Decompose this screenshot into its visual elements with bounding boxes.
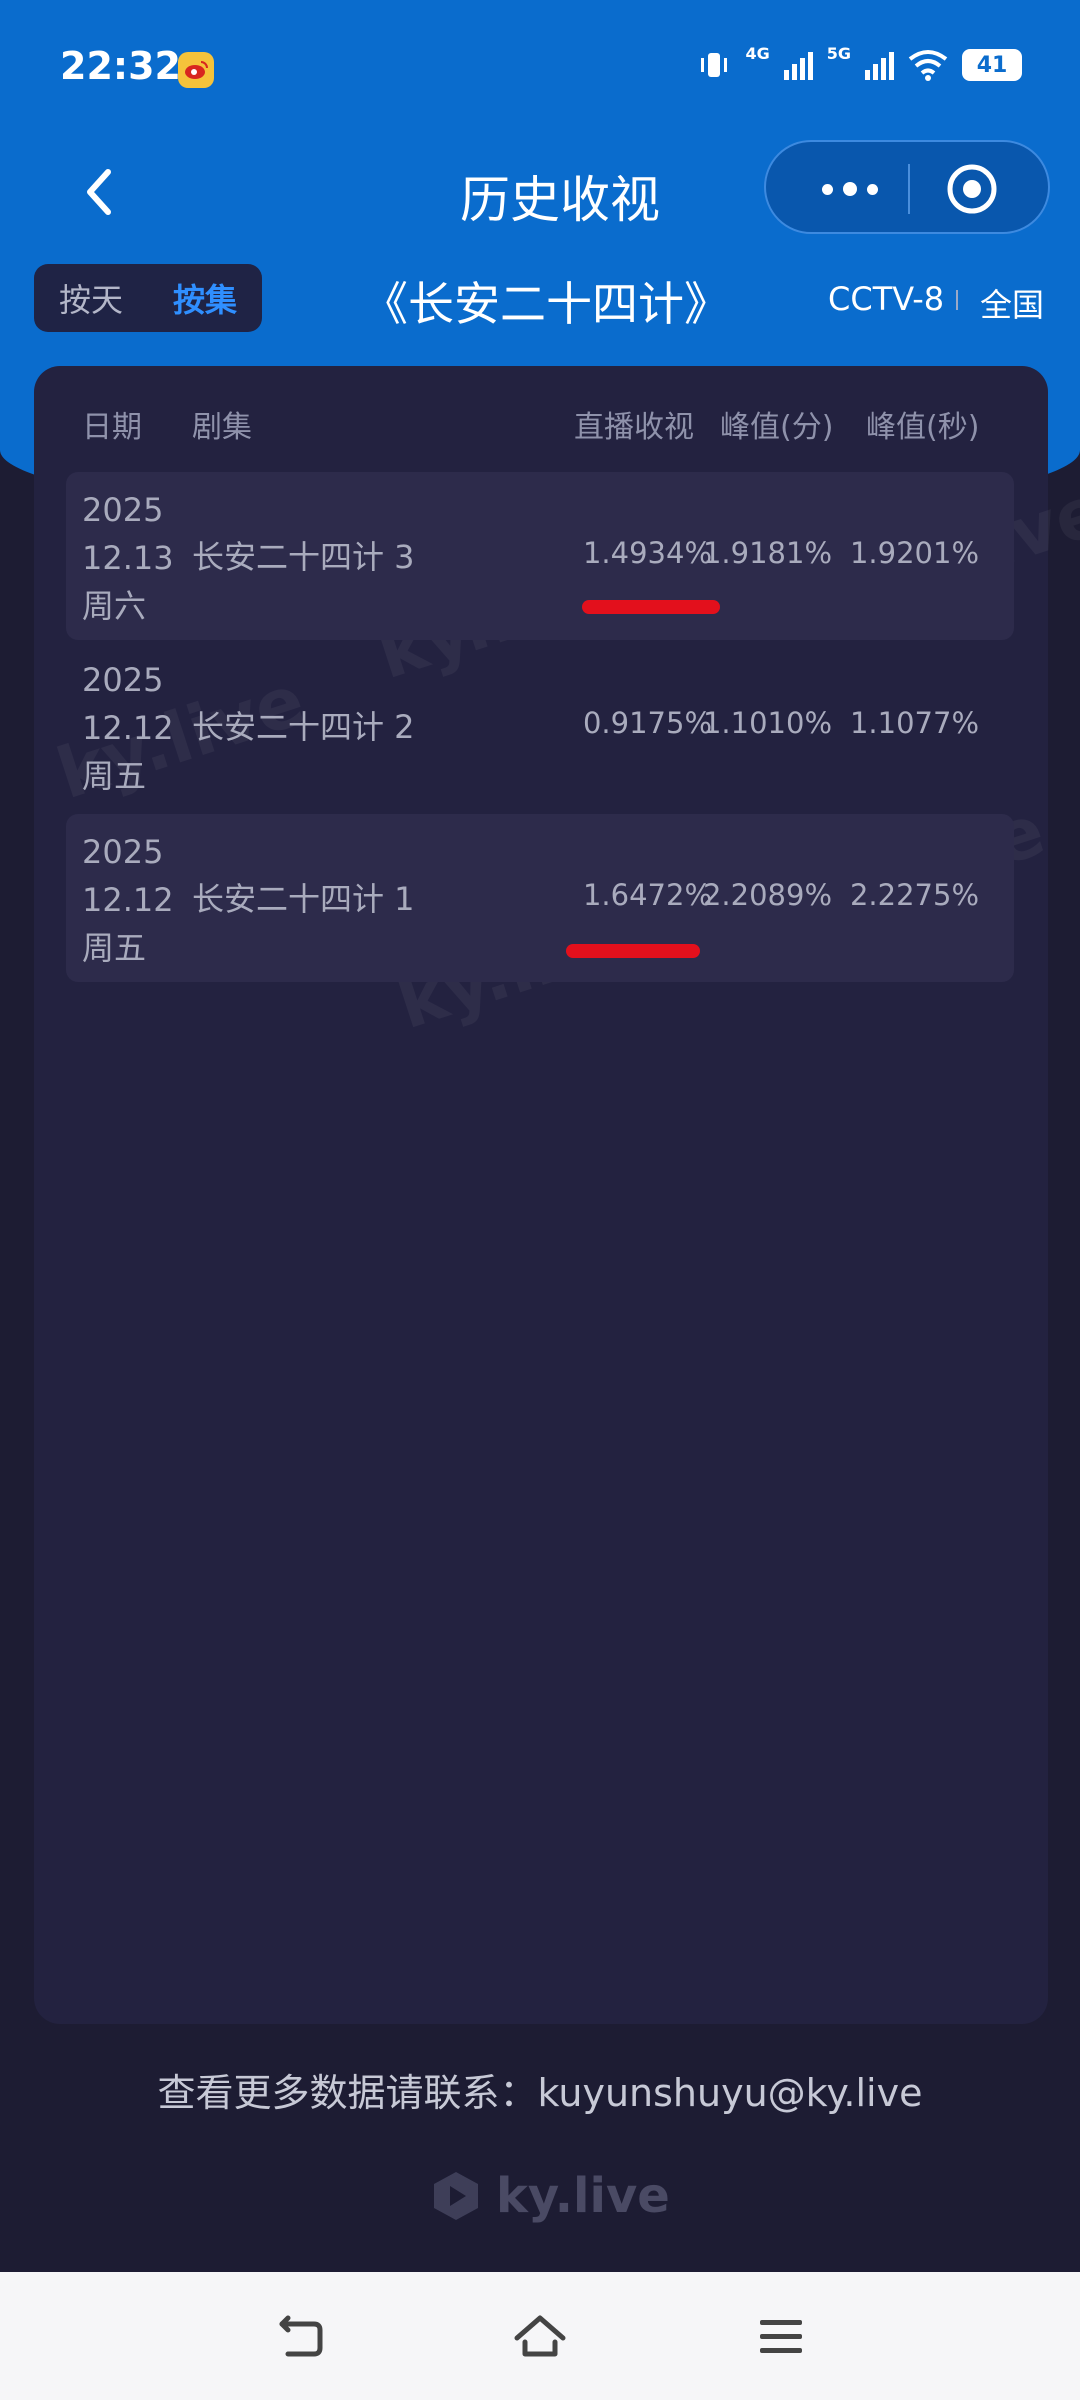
vibrate-icon	[701, 53, 728, 77]
signal-icon-2	[865, 50, 894, 80]
play-logo-icon	[434, 2172, 478, 2220]
row-date: 2025 12.12 周五	[82, 828, 174, 972]
tab-by-episode[interactable]: 按集	[148, 275, 262, 321]
network-5g-label: 5G	[826, 43, 851, 63]
close-mini-program-button[interactable]	[942, 159, 1002, 219]
home-icon	[514, 2315, 566, 2357]
row-episode: 长安二十四计 1	[192, 880, 415, 918]
weibo-icon	[178, 52, 214, 88]
red-highlight-mark	[582, 600, 720, 614]
brand-logo: ky.live	[428, 2168, 670, 2224]
home-nav-button[interactable]	[513, 2310, 567, 2364]
wifi-icon	[908, 50, 948, 81]
table-header: 日期 剧集 直播收视 峰值(分) 峰值(秒)	[34, 366, 1048, 476]
back-arrow-icon	[279, 2315, 323, 2357]
table-row[interactable]: 2025 12.12 周五 长安二十四计 1 1.6472% 2.2089% 2…	[66, 814, 1014, 982]
row-date: 2025 12.13 周六	[82, 486, 174, 630]
row-year: 2025	[82, 833, 164, 871]
row-day: 12.12	[82, 881, 174, 919]
region-label: 全国	[980, 286, 1045, 324]
header-episode: 剧集	[192, 410, 252, 445]
row-year: 2025	[82, 661, 164, 699]
header-peak-minute: 峰值(分)	[720, 410, 834, 445]
system-icons: 4G 5G 41	[697, 44, 1022, 82]
row-peak-second: 2.2275%	[849, 878, 979, 912]
row-peak-second: 1.1077%	[849, 706, 979, 740]
menu-nav-button[interactable]	[754, 2310, 808, 2364]
red-highlight-mark	[566, 944, 700, 958]
channel-divider	[956, 290, 958, 310]
battery-icon: 41	[962, 49, 1022, 81]
menu-icon	[760, 2320, 802, 2353]
row-episode: 长安二十四计 2	[192, 708, 415, 746]
row-live-rating: 1.6472%	[582, 878, 712, 912]
row-weekday: 周六	[82, 587, 147, 625]
row-live-rating: 0.9175%	[582, 706, 712, 740]
row-day: 12.13	[82, 539, 174, 577]
target-icon	[947, 164, 997, 214]
back-nav-button[interactable]	[274, 2310, 328, 2364]
channel-label: CCTV-8	[828, 280, 945, 318]
status-bar: 22:32 4G 5G 41	[0, 0, 1080, 140]
network-4g-label: 4G	[745, 43, 770, 63]
header-live-rating: 直播收视	[574, 410, 694, 445]
header-date: 日期	[82, 410, 142, 445]
row-weekday: 周五	[82, 757, 147, 795]
tab-by-day[interactable]: 按天	[34, 275, 148, 321]
row-peak-minute: 1.9181%	[702, 536, 832, 570]
signal-icon-1	[783, 50, 813, 80]
status-time: 22:32	[60, 44, 181, 88]
system-navigation-bar	[0, 2272, 1080, 2400]
row-date: 2025 12.12 周五	[82, 656, 174, 800]
row-peak-second: 1.9201%	[849, 536, 979, 570]
header-peak-second: 峰值(秒)	[866, 410, 980, 445]
row-episode: 长安二十四计 3	[192, 538, 415, 576]
more-dots-icon	[822, 183, 833, 195]
brand-name: ky.live	[496, 2168, 670, 2224]
capsule-divider	[908, 164, 910, 214]
show-title: 《长安二十四计》	[362, 277, 730, 331]
row-weekday: 周五	[82, 929, 147, 967]
navigation-bar: 历史收视	[0, 140, 1080, 260]
row-year: 2025	[82, 491, 164, 529]
contact-text: 查看更多数据请联系：kuyunshuyu@ky.live	[157, 2071, 923, 2115]
ratings-card: ky.live ky.live ky.live ky.live ky.live …	[34, 366, 1080, 2024]
table-row[interactable]: 2025 12.13 周六 长安二十四计 3 1.4934% 1.9181% 1…	[66, 472, 1014, 640]
row-live-rating: 1.4934%	[582, 536, 712, 570]
more-button[interactable]	[810, 166, 890, 212]
row-day: 12.12	[82, 709, 174, 747]
table-row[interactable]: 2025 12.12 周五 长安二十四计 2 0.9175% 1.1010% 1…	[66, 642, 1014, 810]
view-mode-toggle: 按天 按集	[34, 264, 262, 332]
row-peak-minute: 1.1010%	[702, 706, 832, 740]
row-peak-minute: 2.2089%	[702, 878, 832, 912]
mini-program-capsule	[764, 140, 1050, 234]
